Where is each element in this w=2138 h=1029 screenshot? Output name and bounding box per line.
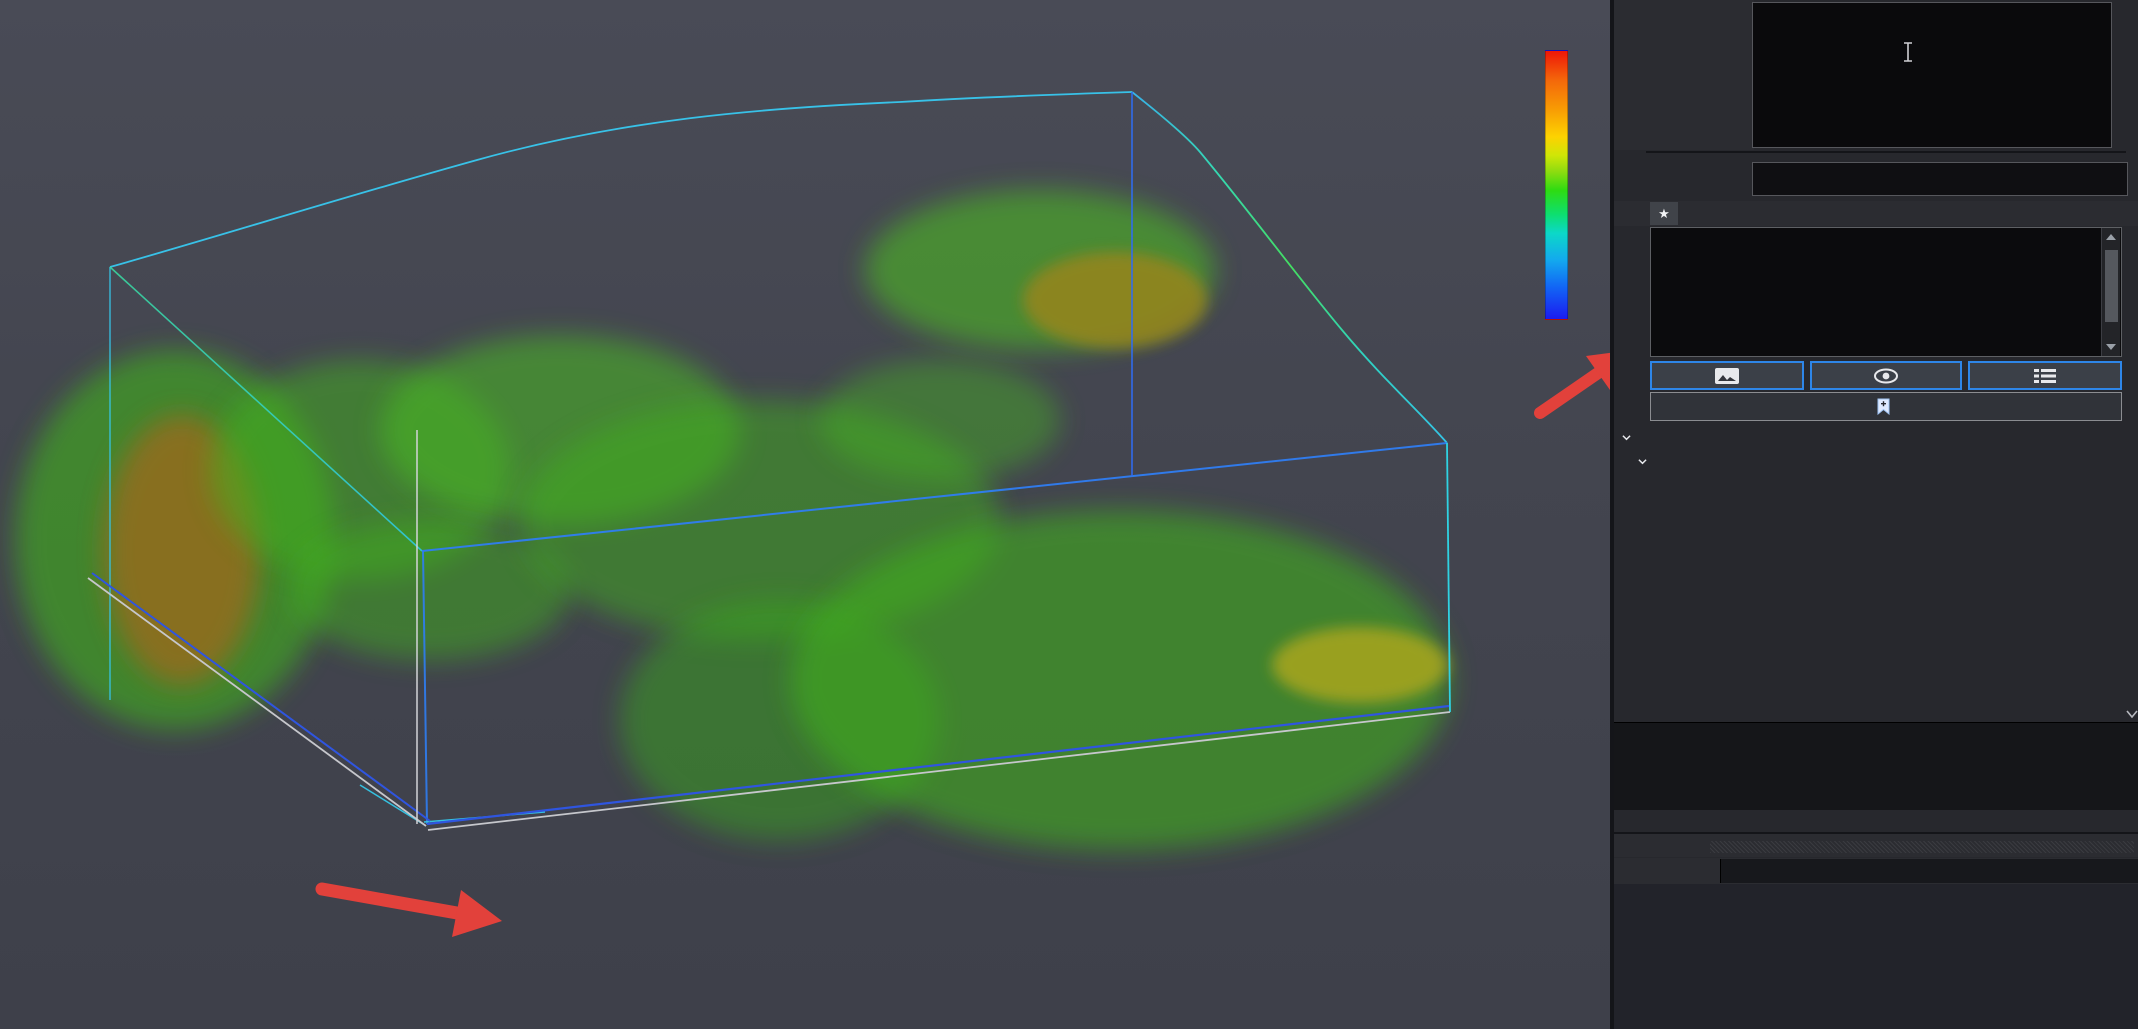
help-description <box>1614 722 2138 810</box>
list-icon <box>2034 368 2056 384</box>
plume-isosurface <box>15 190 1450 850</box>
bookmarks-scrollbar[interactable] <box>2101 228 2120 356</box>
logging-level-row <box>1614 858 2138 884</box>
grip-texture <box>1710 841 2134 853</box>
notes-label <box>1614 0 1742 148</box>
3d-scene <box>0 0 1610 1029</box>
bookmarks-list <box>1650 227 2122 357</box>
image-icon <box>1714 367 1740 385</box>
text-cursor-icon <box>1901 41 1915 63</box>
annotation-arrow-bottom <box>322 889 502 937</box>
tree-node-plume[interactable] <box>1622 433 1639 442</box>
colorbar-legend <box>1410 38 1572 378</box>
scroll-down-icon[interactable] <box>2106 344 2116 350</box>
notes-textarea[interactable] <box>1752 2 2112 148</box>
new-bookmark-button[interactable] <box>1650 392 2122 421</box>
bookmark-actions <box>1650 361 2122 390</box>
scroll-more-icon[interactable] <box>2126 710 2138 719</box>
chevron-down-icon <box>1622 433 1631 442</box>
logging-level-value[interactable] <box>1720 859 2138 883</box>
bookmark-image-button[interactable] <box>1650 361 1804 390</box>
bookmark-icon <box>1877 398 1890 415</box>
chevron-down-icon <box>1638 457 1647 466</box>
section-divider <box>1646 151 2126 153</box>
star-icon[interactable]: ★ <box>1650 202 1678 225</box>
application-window: ★ <box>0 0 2138 1029</box>
eye-icon <box>1873 368 1899 384</box>
scrollbar-thumb[interactable] <box>2105 250 2118 322</box>
bookmark-visibility-button[interactable] <box>1810 361 1962 390</box>
bookmark-properties-button[interactable] <box>1968 361 2122 390</box>
bookmarks-header: ★ <box>1614 201 2138 226</box>
output-log-list[interactable] <box>1614 884 2138 1029</box>
colorbar-gradient <box>1545 50 1568 320</box>
output-log-header[interactable] <box>1614 832 2138 857</box>
3d-viewport[interactable] <box>0 0 1610 1029</box>
scroll-up-icon[interactable] <box>2106 234 2116 240</box>
date-format-input[interactable] <box>1752 162 2128 196</box>
properties-panel: ★ <box>1610 0 2138 1029</box>
tree-node-data-processing[interactable] <box>1638 457 1655 466</box>
